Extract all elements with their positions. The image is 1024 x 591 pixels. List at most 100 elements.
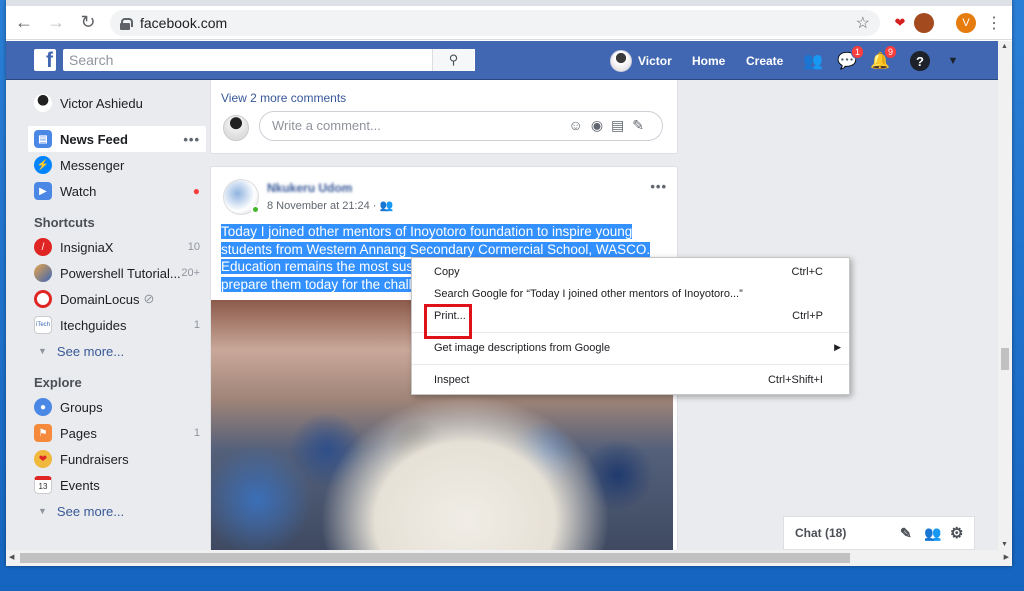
friends-audience-icon: 👥: [379, 200, 394, 212]
insigniax-icon: /: [34, 238, 52, 256]
comment-tools-icons[interactable]: ☺◉▤✎: [569, 117, 652, 134]
chat-label: Chat (18): [795, 526, 847, 540]
reload-icon[interactable]: ↻: [74, 9, 102, 37]
chevron-down-icon: ▼: [38, 346, 47, 356]
see-more-explore[interactable]: ▼ See more...: [28, 498, 206, 524]
sidebar-item-powershell[interactable]: Powershell Tutorial... 20+: [28, 260, 206, 286]
new-dot-icon: ●: [192, 184, 200, 198]
menu-item-copy[interactable]: Copy Ctrl+C: [434, 266, 823, 280]
sidebar-item-fundraisers[interactable]: ❤ Fundraisers: [28, 446, 206, 472]
commenter-avatar: [223, 115, 249, 141]
view-more-comments-link[interactable]: View 2 more comments: [221, 91, 346, 105]
highlight-box: [424, 304, 472, 339]
h-scroll-thumb[interactable]: [20, 553, 850, 563]
messenger-badge: 1: [850, 45, 864, 59]
new-group-icon[interactable]: 👥: [924, 525, 941, 542]
online-dot-icon: [251, 205, 260, 214]
chrome-menu-icon[interactable]: ⋮: [984, 13, 1004, 33]
events-calendar-icon: 13: [34, 476, 52, 494]
compose-icon[interactable]: ✎: [900, 525, 912, 542]
shortcuts-header: Shortcuts: [34, 214, 95, 230]
messenger-icon[interactable]: 💬 1: [836, 45, 864, 72]
comment-input[interactable]: Write a comment... ☺◉▤✎: [259, 111, 663, 141]
watch-icon: ▶: [34, 182, 52, 200]
notifications-badge: 9: [883, 45, 897, 59]
browser-window: ← → ↻ facebook.com ☆ ❤ V ⋮ f Search ⚲ Vi…: [6, 0, 1012, 566]
friends-icon[interactable]: 👥: [802, 50, 824, 72]
chevron-down-icon: ▼: [38, 506, 47, 516]
home-link[interactable]: Home: [692, 41, 725, 80]
domainlocus-icon: [34, 290, 52, 308]
sidebar-item-groups[interactable]: ● Groups: [28, 394, 206, 420]
post-text-line: students from Western Annang Secondary C…: [221, 241, 651, 257]
post-text-line: prepare them today for the challe: [221, 276, 420, 292]
post-author[interactable]: Nkukeru Udom: [267, 181, 352, 195]
lock-icon: [120, 17, 133, 30]
hidden-eye-icon: ⊘: [143, 291, 155, 306]
explore-header: Explore: [34, 374, 82, 390]
left-sidebar: Victor Ashiedu ▤ News Feed ••• ⚡ Messeng…: [28, 90, 206, 524]
avatar: [610, 49, 632, 72]
profile-link[interactable]: Victor: [610, 41, 672, 80]
sidebar-item-pages[interactable]: ⚑ Pages 1: [28, 420, 206, 446]
vertical-scrollbar[interactable]: ▲ ▼: [998, 41, 1012, 550]
search-icon[interactable]: ⚲: [432, 49, 474, 71]
horizontal-scrollbar[interactable]: ◀ ▶: [6, 550, 1012, 566]
chat-bar[interactable]: Chat (18) ✎ 👥 ⚙: [783, 516, 975, 550]
comments-card: View 2 more comments Write a comment... …: [210, 80, 678, 154]
url-text: facebook.com: [140, 15, 228, 31]
sidebar-item-domainlocus[interactable]: DomainLocus ⊘: [28, 286, 206, 312]
search-input[interactable]: Search: [63, 49, 475, 71]
chevron-down-icon[interactable]: ▼: [942, 50, 964, 72]
scroll-thumb[interactable]: [1001, 348, 1009, 370]
post-text-line: Today I joined other mentors of Inoyotor…: [221, 224, 633, 239]
user-name: Victor: [638, 53, 672, 68]
sidebar-item-insigniax[interactable]: / InsigniaX 10: [28, 234, 206, 260]
scroll-right-icon[interactable]: ▶: [1004, 553, 1009, 561]
facebook-logo-icon[interactable]: f: [34, 49, 56, 71]
sidebar-profile[interactable]: Victor Ashiedu: [28, 90, 206, 116]
create-link[interactable]: Create: [746, 41, 783, 80]
itechguides-icon: iTech: [34, 316, 52, 334]
help-icon[interactable]: ?: [909, 50, 931, 72]
messenger-icon: ⚡: [34, 156, 52, 174]
news-feed-icon: ▤: [34, 130, 52, 148]
fundraisers-icon: ❤: [34, 450, 52, 468]
address-bar: ← → ↻ facebook.com ☆ ❤ V ⋮: [6, 6, 1012, 40]
bookmark-star-icon[interactable]: ☆: [856, 13, 870, 33]
see-more-shortcuts[interactable]: ▼ See more...: [28, 338, 206, 364]
groups-icon: ●: [34, 398, 52, 416]
menu-item-print[interactable]: Print... Ctrl+P: [434, 310, 823, 324]
extension-avatar-icon[interactable]: [914, 13, 934, 33]
sidebar-item-itechguides[interactable]: iTech Itechguides 1: [28, 312, 206, 338]
back-icon[interactable]: ←: [10, 9, 38, 37]
more-options-icon[interactable]: •••: [183, 132, 200, 147]
profile-avatar-icon: [34, 94, 52, 112]
post-options-icon[interactable]: •••: [650, 179, 667, 194]
submenu-arrow-icon: ▶: [834, 342, 841, 352]
menu-separator: [412, 364, 849, 365]
profile-avatar[interactable]: V: [956, 13, 976, 33]
pages-flag-icon: ⚑: [34, 424, 52, 442]
menu-item-search-google[interactable]: Search Google for “Today I joined other …: [434, 288, 823, 302]
powershell-icon: [34, 264, 52, 282]
post-timestamp: 8 November at 21:24 · 👥: [267, 200, 394, 212]
menu-separator: [412, 332, 849, 333]
sidebar-item-news-feed[interactable]: ▤ News Feed •••: [28, 126, 206, 152]
notifications-icon[interactable]: 🔔 9: [869, 45, 897, 72]
sidebar-item-messenger[interactable]: ⚡ Messenger: [28, 152, 206, 178]
sidebar-item-events[interactable]: 13 Events: [28, 472, 206, 498]
scroll-left-icon[interactable]: ◀: [9, 553, 14, 561]
context-menu: Copy Ctrl+C Search Google for “Today I j…: [411, 257, 850, 395]
scroll-up-icon[interactable]: ▲: [1001, 43, 1008, 50]
omnibox[interactable]: facebook.com ☆: [110, 10, 880, 36]
menu-item-inspect[interactable]: Inspect Ctrl+Shift+I: [434, 374, 823, 388]
post-text-line: Education remains the most susta: [221, 259, 425, 274]
forward-icon[interactable]: →: [42, 9, 70, 37]
gear-icon[interactable]: ⚙: [950, 524, 963, 542]
sidebar-item-watch[interactable]: ▶ Watch ●: [28, 178, 206, 204]
scroll-down-icon[interactable]: ▼: [1001, 541, 1008, 548]
menu-item-image-descriptions[interactable]: Get image descriptions from Google ▶: [434, 342, 841, 356]
extension-lips-icon[interactable]: ❤: [890, 13, 910, 33]
facebook-top-bar: f Search ⚲ Victor Home Create 👥 💬 1 🔔 9 ? …: [6, 41, 998, 80]
